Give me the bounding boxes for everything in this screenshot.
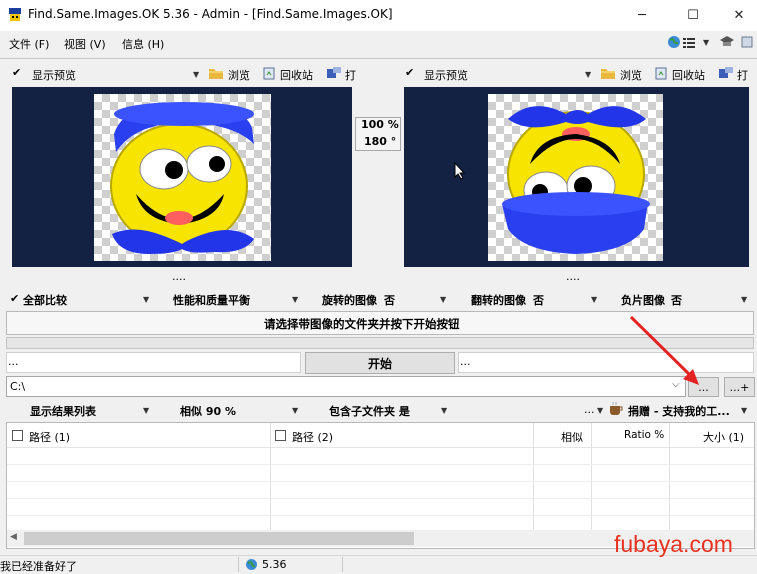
right-status-text: ... — [460, 355, 471, 368]
column-path1[interactable]: 路径 (1) — [29, 429, 70, 445]
status-version: 5.36 — [262, 558, 287, 571]
column-path2[interactable]: 路径 (2) — [292, 429, 333, 445]
subfolders-option[interactable]: 包含子文件夹 是 — [329, 403, 410, 419]
balance-option[interactable]: 性能和质量平衡 — [173, 292, 250, 308]
maximize-button[interactable]: ☐ — [670, 0, 716, 31]
chevron-down-icon[interactable]: ▼ — [441, 406, 447, 415]
tool-icon[interactable] — [718, 66, 734, 80]
start-button[interactable]: 开始 — [305, 352, 455, 374]
row-line — [7, 498, 754, 499]
flipped-images-label[interactable]: 翻转的图像 — [471, 292, 526, 308]
flipped-images-value[interactable]: 否 — [533, 292, 544, 308]
coffee-cup-icon[interactable] — [608, 401, 624, 416]
row-line — [7, 464, 754, 465]
left-status-text: ... — [8, 355, 19, 368]
chevron-down-icon[interactable]: ▼ — [597, 406, 603, 415]
column-ratio[interactable]: Ratio % — [624, 429, 664, 441]
left-status-field — [6, 352, 301, 373]
path-value: C:\ — [10, 380, 26, 393]
left-more-button[interactable]: 打 — [345, 67, 356, 83]
add-folder-button[interactable]: ...+ — [724, 377, 755, 397]
similarity-option[interactable]: 相似 90 % — [180, 403, 236, 419]
smiley-image-rotated — [502, 106, 650, 254]
globe-icon[interactable] — [667, 35, 681, 49]
left-preview-panel[interactable] — [12, 87, 352, 267]
path-input[interactable] — [6, 376, 686, 397]
smiley-image — [110, 102, 254, 254]
app-icon — [9, 8, 21, 21]
chevron-down-icon[interactable]: ▼ — [143, 295, 149, 304]
mouse-cursor-icon — [454, 162, 466, 180]
chevron-down-icon[interactable]: ▼ — [292, 295, 298, 304]
folder-icon[interactable] — [600, 66, 616, 80]
watermark: fubaya.com — [614, 531, 733, 557]
column-similarity[interactable]: 相似 — [561, 429, 583, 445]
graduation-cap-icon[interactable] — [719, 35, 735, 49]
close-button[interactable]: ✕ — [716, 0, 757, 31]
menu-view[interactable]: 视图 (V) — [64, 36, 106, 52]
right-more-button[interactable]: 打 — [737, 67, 748, 83]
scrollbar-thumb[interactable] — [24, 532, 414, 545]
chevron-down-icon[interactable]: ▼ — [703, 38, 709, 47]
window-title: Find.Same.Images.OK 5.36 - Admin - [Find… — [28, 7, 393, 21]
left-browse-button[interactable]: 浏览 — [228, 67, 250, 83]
chevron-down-icon[interactable]: ▼ — [440, 295, 446, 304]
rotation-angle: 180 ° — [364, 135, 397, 148]
chevron-down-icon[interactable]: ▼ — [741, 406, 747, 415]
menu-file[interactable]: 文件 (F) — [9, 36, 49, 52]
status-divider — [342, 557, 343, 572]
recycle-bin-icon[interactable] — [262, 66, 276, 80]
menu-bar — [0, 31, 757, 55]
negative-images-label[interactable]: 负片图像 — [621, 292, 665, 308]
display-results-option[interactable]: 显示结果列表 — [30, 403, 96, 419]
left-preview-toggle[interactable]: 显示预览 — [32, 67, 76, 83]
instruction-text: 请选择带图像的文件夹并按下开始按钮 — [264, 317, 460, 331]
check-icon: ✔ — [10, 292, 20, 305]
scroll-left-icon[interactable]: ◀ — [10, 532, 17, 542]
check-icon: ✔ — [12, 66, 22, 79]
right-browse-button[interactable]: 浏览 — [620, 67, 642, 83]
negative-images-value[interactable]: 否 — [671, 292, 682, 308]
help-icon[interactable] — [741, 36, 753, 48]
row-line — [7, 515, 754, 516]
divider — [0, 58, 757, 59]
status-divider — [238, 557, 239, 572]
path2-checkbox[interactable] — [275, 430, 286, 441]
left-recycle-button[interactable]: 回收站 — [280, 67, 313, 83]
more-ellipsis[interactable]: ... — [584, 403, 595, 416]
left-image — [94, 94, 271, 261]
chevron-down-icon[interactable]: ▼ — [292, 406, 298, 415]
globe-icon — [246, 559, 257, 570]
left-caption: .... — [172, 270, 186, 283]
recycle-bin-icon[interactable] — [654, 66, 668, 80]
chevron-down-icon[interactable]: ▼ — [585, 70, 591, 79]
chevron-down-icon[interactable]: ▼ — [591, 295, 597, 304]
right-recycle-button[interactable]: 回收站 — [672, 67, 705, 83]
right-image — [488, 94, 663, 261]
rotated-images-value[interactable]: 否 — [384, 292, 395, 308]
header-divider — [7, 447, 754, 448]
rotated-images-label[interactable]: 旋转的图像 — [322, 292, 377, 308]
chevron-down-icon[interactable]: ▼ — [741, 295, 747, 304]
right-caption: .... — [566, 270, 580, 283]
check-icon: ✔ — [405, 66, 415, 79]
similarity-percent: 100 % — [361, 118, 399, 131]
compare-all-option[interactable]: 全部比较 — [23, 292, 67, 308]
right-preview-toggle[interactable]: 显示预览 — [424, 67, 468, 83]
tool-icon[interactable] — [326, 66, 342, 80]
row-line — [7, 481, 754, 482]
column-size1[interactable]: 大小 (1) — [703, 429, 744, 445]
red-arrow-annotation — [629, 315, 699, 385]
folder-icon[interactable] — [208, 66, 224, 80]
status-text: 我已经准备好了 — [0, 560, 77, 573]
list-icon[interactable] — [683, 37, 695, 48]
menu-info[interactable]: 信息 (H) — [122, 36, 164, 52]
minimize-button[interactable]: ─ — [619, 0, 665, 31]
chevron-down-icon[interactable]: ▼ — [143, 406, 149, 415]
chevron-down-icon[interactable]: ▼ — [193, 70, 199, 79]
donate-link[interactable]: 捐赠 - 支持我的工... — [628, 403, 730, 419]
path1-checkbox[interactable] — [12, 430, 23, 441]
right-status-field — [458, 352, 754, 373]
